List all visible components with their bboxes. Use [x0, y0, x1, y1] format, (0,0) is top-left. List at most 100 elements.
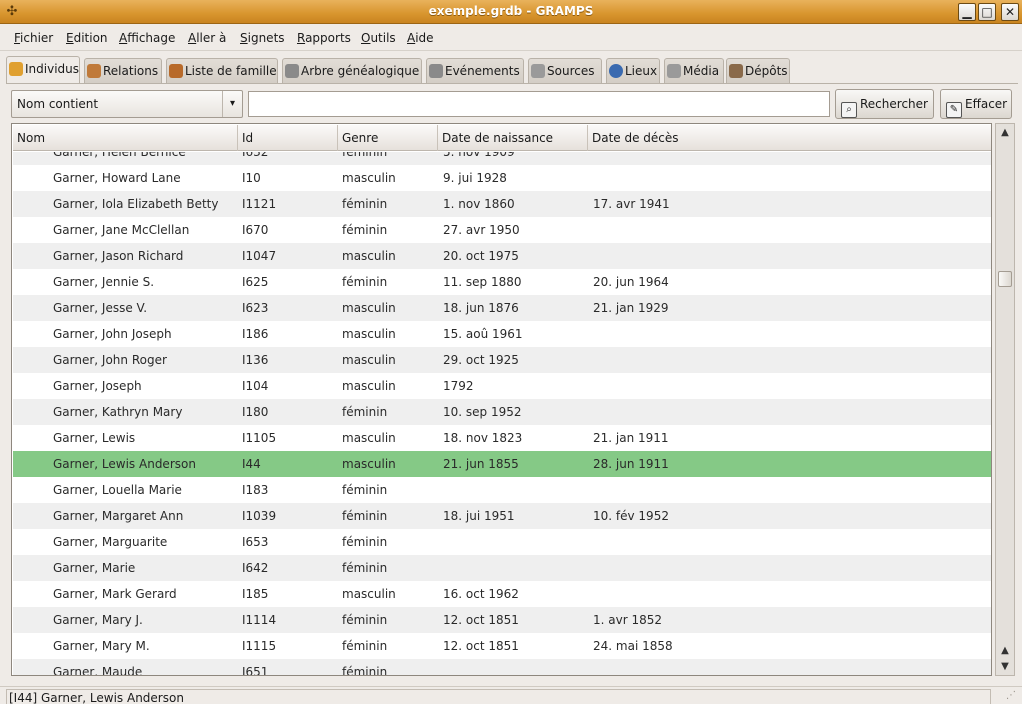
table-row[interactable]: Garner, Iola Elizabeth Betty I1121 féminin…: [13, 191, 991, 217]
table-row[interactable]: Garner, Margaret Ann I1039 féminin 18. jui …: [13, 503, 991, 529]
cell-gender: féminin: [342, 405, 388, 419]
sources-icon: [531, 64, 545, 78]
cell-birth-date: 1792: [443, 379, 474, 393]
table-row[interactable]: Garner, Joseph I104 masculin 1792: [13, 373, 991, 399]
column-header-date-naissance[interactable]: Date de naissance: [438, 125, 588, 151]
cell-id: I186: [242, 327, 269, 341]
close-button[interactable]: ✕: [1001, 3, 1019, 21]
cell-name: Garner, Kathryn Mary: [53, 405, 183, 419]
menu-edition[interactable]: Edition: [66, 31, 108, 45]
table-row[interactable]: Garner, Jane McClellan I670 féminin 27. avr…: [13, 217, 991, 243]
tab-depots[interactable]: Dépôts: [726, 58, 790, 84]
table-row[interactable]: Garner, Marie I642 féminin: [13, 555, 991, 581]
menu-signets[interactable]: Signets: [240, 31, 285, 45]
tab-label: Sources: [547, 64, 595, 78]
minimize-button[interactable]: ▁: [958, 3, 976, 21]
table-row[interactable]: Garner, Mary J. I1114 féminin 12. oct 1851 1…: [13, 607, 991, 633]
table-row[interactable]: Garner, Kathryn Mary I180 féminin 10. sep 1…: [13, 399, 991, 425]
cell-birth-date: 21. jun 1855: [443, 457, 519, 471]
table-row[interactable]: Garner, Mary M. I1115 féminin 12. oct 1851 2…: [13, 633, 991, 659]
status-bar: [I44] Garner, Lewis Anderson ⋰: [0, 686, 1022, 704]
menu-outils[interactable]: Outils: [361, 31, 396, 45]
tab-arbre-genealogique[interactable]: Arbre généalogique: [282, 58, 422, 84]
tab-relations[interactable]: Relations: [84, 58, 162, 84]
cell-gender: féminin: [342, 665, 388, 675]
cell-name: Garner, Jennie S.: [53, 275, 155, 289]
cell-id: I651: [242, 665, 269, 675]
view-tabs: Individus Relations Liste de famille Arb…: [6, 56, 1016, 84]
cell-name: Garner, Jason Richard: [53, 249, 184, 263]
tab-label: Relations: [103, 64, 159, 78]
table-row[interactable]: Garner, John Roger I136 masculin 29. oct 19…: [13, 347, 991, 373]
tab-panel-border: [6, 83, 1018, 84]
filter-combo[interactable]: Nom contient ▾: [11, 90, 243, 118]
cell-id: I104: [242, 379, 269, 393]
table-row[interactable]: Garner, Howard Lane I10 masculin 9. jui 192…: [13, 165, 991, 191]
table-row[interactable]: Garner, John Joseph I186 masculin 15. aoû 1…: [13, 321, 991, 347]
tab-sources[interactable]: Sources: [528, 58, 602, 84]
cell-name: Garner, Lewis: [53, 431, 136, 445]
column-header-nom[interactable]: Nom: [13, 125, 238, 151]
cell-id: I642: [242, 561, 269, 575]
column-header-id[interactable]: Id: [238, 125, 338, 151]
tab-media[interactable]: Média: [664, 58, 724, 84]
table-row[interactable]: Garner, Jennie S. I625 féminin 11. sep 1880…: [13, 269, 991, 295]
cell-gender: masculin: [342, 327, 396, 341]
search-button[interactable]: ⌕ Rechercher: [835, 89, 934, 119]
cell-gender: féminin: [342, 561, 388, 575]
cell-name: Garner, Mary M.: [53, 639, 150, 653]
vertical-scrollbar[interactable]: ▲ ▲ ▼: [995, 123, 1015, 676]
column-header-genre[interactable]: Genre: [338, 125, 438, 151]
cell-id: I1047: [242, 249, 277, 263]
column-header-date-deces[interactable]: Date de décès: [588, 125, 991, 151]
table-row[interactable]: Garner, Maude I651 féminin: [13, 659, 991, 675]
cell-name: Garner, John Joseph: [53, 327, 172, 341]
tab-liste-de-famille[interactable]: Liste de famille: [166, 58, 278, 84]
table-row[interactable]: Garner, Lewis I1105 masculin 18. nov 1823 21…: [13, 425, 991, 451]
scroll-down-icon[interactable]: ▼: [998, 660, 1012, 674]
chevron-down-icon[interactable]: ▾: [222, 91, 242, 117]
menu-aide[interactable]: Aide: [407, 31, 434, 45]
menu-affichage[interactable]: Affichage: [119, 31, 175, 45]
table-row[interactable]: Garner, Marguarite I653 féminin: [13, 529, 991, 555]
cell-name: Garner, Helen Bernice: [53, 152, 186, 159]
clear-button[interactable]: ✎ Effacer: [940, 89, 1012, 119]
menu-fichier[interactable]: Fichier: [14, 31, 53, 45]
table-row[interactable]: Garner, Lewis Anderson I44 masculin 21. jun…: [13, 451, 991, 477]
table-row[interactable]: Garner, Helen Bernice I632 féminin 5. nov 1…: [13, 152, 991, 165]
person-icon: [9, 62, 23, 76]
table-row[interactable]: Garner, Jason Richard I1047 masculin 20. oc…: [13, 243, 991, 269]
cell-gender: féminin: [342, 223, 388, 237]
cell-gender: féminin: [342, 152, 388, 159]
status-text: [I44] Garner, Lewis Anderson: [6, 689, 991, 704]
cell-id: I185: [242, 587, 269, 601]
cell-death-date: 20. jun 1964: [593, 275, 669, 289]
search-input[interactable]: [248, 91, 830, 117]
cell-id: I1121: [242, 197, 277, 211]
cell-name: Garner, Louella Marie: [53, 483, 182, 497]
cell-death-date: 10. fév 1952: [593, 509, 669, 523]
relations-icon: [87, 64, 101, 78]
scroll-thumb[interactable]: [998, 271, 1012, 287]
scroll-up-icon[interactable]: ▲: [998, 644, 1012, 658]
cell-id: I136: [242, 353, 269, 367]
tab-label: Arbre généalogique: [301, 64, 420, 78]
tab-lieux[interactable]: Lieux: [606, 58, 660, 84]
maximize-button[interactable]: □: [978, 3, 996, 21]
table-row[interactable]: Garner, Mark Gerard I185 masculin 16. oct 1…: [13, 581, 991, 607]
table-row[interactable]: Garner, Louella Marie I183 féminin: [13, 477, 991, 503]
table-rows: Garner, Helen Bernice I632 féminin 5. nov 1…: [13, 152, 991, 675]
cell-gender: masculin: [342, 353, 396, 367]
media-icon: [667, 64, 681, 78]
cell-gender: féminin: [342, 483, 388, 497]
table-row[interactable]: Garner, Jesse V. I623 masculin 18. jun 1876…: [13, 295, 991, 321]
cell-birth-date: 15. aoû 1961: [443, 327, 523, 341]
cell-birth-date: 9. jui 1928: [443, 171, 507, 185]
scroll-up-icon[interactable]: ▲: [998, 126, 1012, 140]
menu-aller-a[interactable]: Aller à: [188, 31, 226, 45]
resize-grip-icon[interactable]: ⋰: [1006, 689, 1020, 703]
cell-name: Garner, Iola Elizabeth Betty: [53, 197, 219, 211]
menu-rapports[interactable]: Rapports: [297, 31, 351, 45]
tab-evenements[interactable]: Evénements: [426, 58, 524, 84]
tab-individus[interactable]: Individus: [6, 56, 80, 84]
